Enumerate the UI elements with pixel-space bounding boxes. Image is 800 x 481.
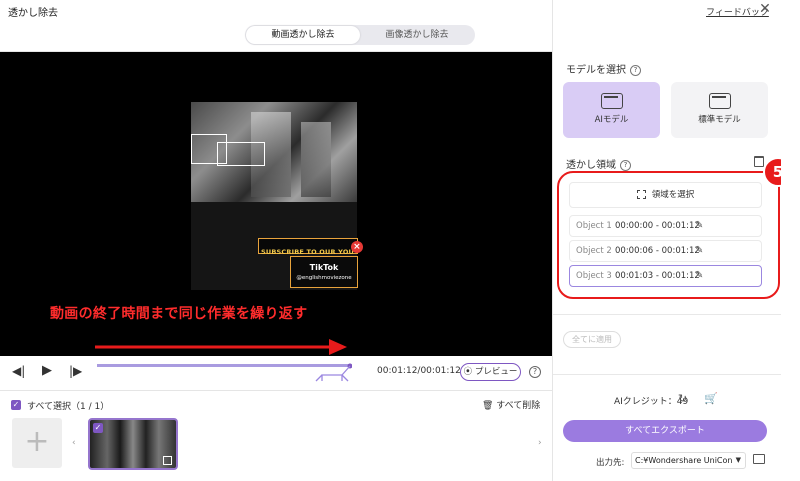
annotation-highlight <box>557 171 780 299</box>
expand-icon[interactable] <box>163 456 172 465</box>
chevron-right-icon[interactable]: › <box>538 438 542 448</box>
region-section-title: 透かし領域? <box>566 156 631 171</box>
standard-model-card[interactable]: 標準モデル <box>671 82 768 138</box>
annotation-arrow-icon <box>95 339 347 355</box>
folder-icon[interactable] <box>753 454 765 464</box>
watermark-text: SUBSCRIBE TO OUR YOU <box>261 248 355 256</box>
window-title: 透かし除去 <box>8 8 58 19</box>
delete-all-button[interactable]: 🗑 すべて削除 <box>482 398 540 411</box>
close-icon[interactable]: ✕ <box>758 2 772 16</box>
clip-checkbox[interactable]: ✓ <box>93 423 103 433</box>
tab-video-watermark[interactable]: 動画透かし除去 <box>246 26 360 44</box>
panel-scrollbar[interactable] <box>781 0 800 481</box>
help-icon[interactable]: ? <box>630 64 641 76</box>
remove-box-icon[interactable]: × <box>351 241 363 253</box>
watermark-box-tiktok[interactable]: TikTok @englishmoviezone <box>290 256 358 288</box>
model-title-text: モデルを選択 <box>566 65 626 76</box>
delete-all-label: すべて削除 <box>496 401 541 411</box>
preview-label: プレビュー <box>474 367 518 377</box>
model-section-title: モデルを選択? <box>566 61 641 76</box>
tiktok-handle: @englishmoviezone <box>296 275 352 281</box>
next-frame-icon[interactable]: |▶ <box>69 364 82 378</box>
play-icon[interactable]: ▶ <box>42 363 52 378</box>
preview-button[interactable]: ⦿ プレビュー <box>460 363 521 381</box>
output-path-select[interactable]: C:¥Wondershare UniCon ▼ <box>631 452 746 469</box>
apply-all-button[interactable]: 全てに適用 <box>563 331 621 348</box>
export-all-button[interactable]: すべてエクスポート <box>563 420 767 442</box>
object-selection-box[interactable] <box>217 142 265 166</box>
region-title-text: 透かし領域 <box>566 160 616 171</box>
frame-figure <box>301 122 331 197</box>
chevron-down-icon: ▼ <box>735 456 741 464</box>
ai-model-icon <box>600 93 623 109</box>
cart-icon[interactable]: 🛒 <box>704 392 718 405</box>
select-all-label: すべて選択（1 / 1） <box>27 402 110 412</box>
ai-model-card[interactable]: AIモデル <box>563 82 660 138</box>
standard-model-label: 標準モデル <box>698 115 741 125</box>
ai-model-label: AIモデル <box>594 115 629 125</box>
tab-image-watermark[interactable]: 画像透かし除去 <box>360 26 474 44</box>
chevron-left-icon[interactable]: ‹ <box>72 438 76 448</box>
tiktok-label: TikTok <box>309 263 339 272</box>
watermark-box-subscribe[interactable]: SUBSCRIBE TO OUR YOU × <box>258 238 363 256</box>
timeline-range-handle[interactable] <box>312 363 352 383</box>
divider <box>553 374 800 375</box>
watermark-remover-window: 透かし除去 フィードバック ✕ 動画透かし除去 画像透かし除去 SUBSCRIB… <box>0 0 800 481</box>
select-all-checkbox[interactable]: ✓ <box>11 400 21 410</box>
annotation-caption: 動画の終了時間まで同じ作業を繰り返す <box>50 306 308 322</box>
divider <box>0 390 552 391</box>
output-label: 出力先: <box>596 458 625 468</box>
output-path-value: C:¥Wondershare UniCon <box>635 456 733 465</box>
timecode: 00:01:12/00:01:12 <box>377 366 461 376</box>
refresh-icon[interactable]: ↻ <box>678 392 687 405</box>
add-file-button[interactable]: + <box>12 418 62 468</box>
clip-thumbnail[interactable]: ✓ <box>88 418 178 470</box>
panel-divider <box>552 0 553 481</box>
help-icon[interactable]: ? <box>529 366 541 378</box>
prev-frame-icon[interactable]: ◀| <box>12 364 25 378</box>
trash-icon[interactable] <box>754 156 764 167</box>
help-icon[interactable]: ? <box>620 159 631 171</box>
mode-tabs: 動画透かし除去 画像透かし除去 <box>245 25 475 45</box>
standard-model-icon <box>708 93 731 109</box>
divider <box>553 314 800 315</box>
